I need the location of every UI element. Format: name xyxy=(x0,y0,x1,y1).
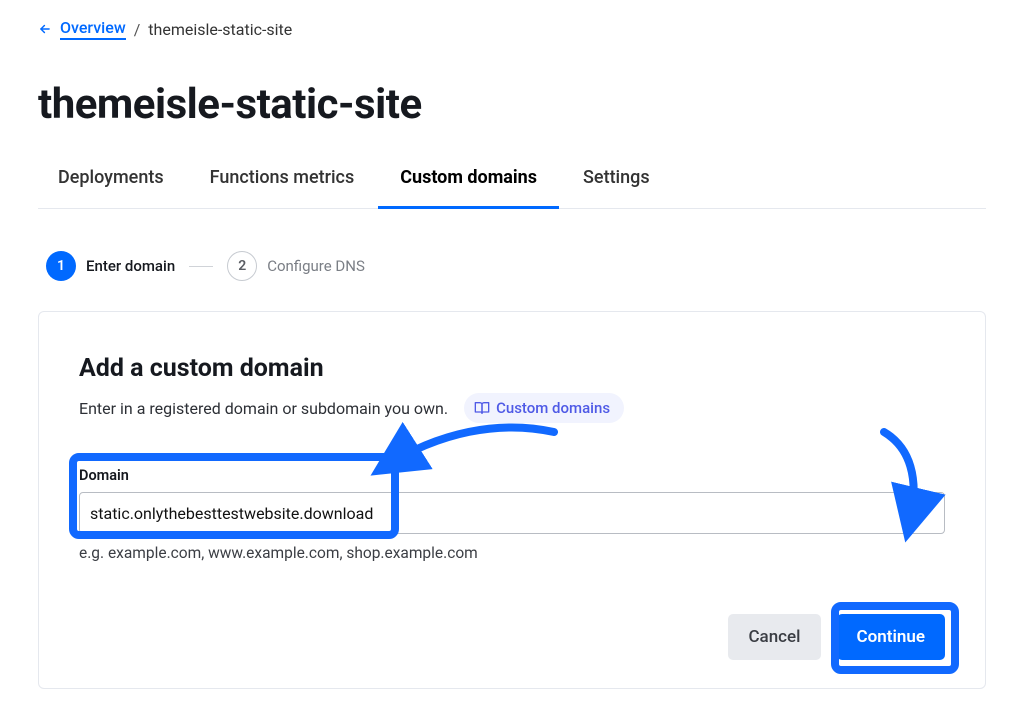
breadcrumb-separator: / xyxy=(134,20,141,39)
step-configure-dns: 2 Configure DNS xyxy=(227,251,365,281)
card-subtitle: Enter in a registered domain or subdomai… xyxy=(79,399,448,418)
breadcrumb: Overview / themeisle-static-site xyxy=(38,18,986,40)
tab-deployments[interactable]: Deployments xyxy=(56,163,166,208)
continue-button[interactable]: Continue xyxy=(837,614,946,660)
domain-field-label: Domain xyxy=(79,467,945,484)
card-heading: Add a custom domain xyxy=(79,354,945,383)
breadcrumb-current: themeisle-static-site xyxy=(148,20,292,39)
domain-helper-text: e.g. example.com, www.example.com, shop.… xyxy=(79,544,945,562)
tab-functions-metrics[interactable]: Functions metrics xyxy=(208,163,357,208)
step-connector xyxy=(189,266,213,267)
domain-form: Domain e.g. example.com, www.example.com… xyxy=(79,467,945,562)
cancel-button[interactable]: Cancel xyxy=(728,614,820,660)
breadcrumb-overview-link[interactable]: Overview xyxy=(60,18,126,40)
step-number: 2 xyxy=(227,251,257,281)
action-row: Cancel Continue xyxy=(79,614,945,660)
add-domain-card: Add a custom domain Enter in a registere… xyxy=(38,311,986,689)
custom-domains-pill[interactable]: Custom domains xyxy=(464,393,624,423)
tab-bar: Deployments Functions metrics Custom dom… xyxy=(38,163,986,209)
book-open-icon xyxy=(474,400,490,416)
step-number: 1 xyxy=(46,251,76,281)
stepper: 1 Enter domain 2 Configure DNS xyxy=(46,251,986,281)
tab-custom-domains[interactable]: Custom domains xyxy=(398,163,539,208)
domain-input[interactable] xyxy=(79,492,945,534)
tab-settings[interactable]: Settings xyxy=(581,163,652,208)
step-label: Configure DNS xyxy=(267,257,365,275)
step-label: Enter domain xyxy=(86,257,175,275)
page-title: themeisle-static-site xyxy=(38,80,986,129)
arrow-left-icon xyxy=(38,22,52,36)
pill-label: Custom domains xyxy=(496,399,610,417)
step-enter-domain: 1 Enter domain xyxy=(46,251,175,281)
